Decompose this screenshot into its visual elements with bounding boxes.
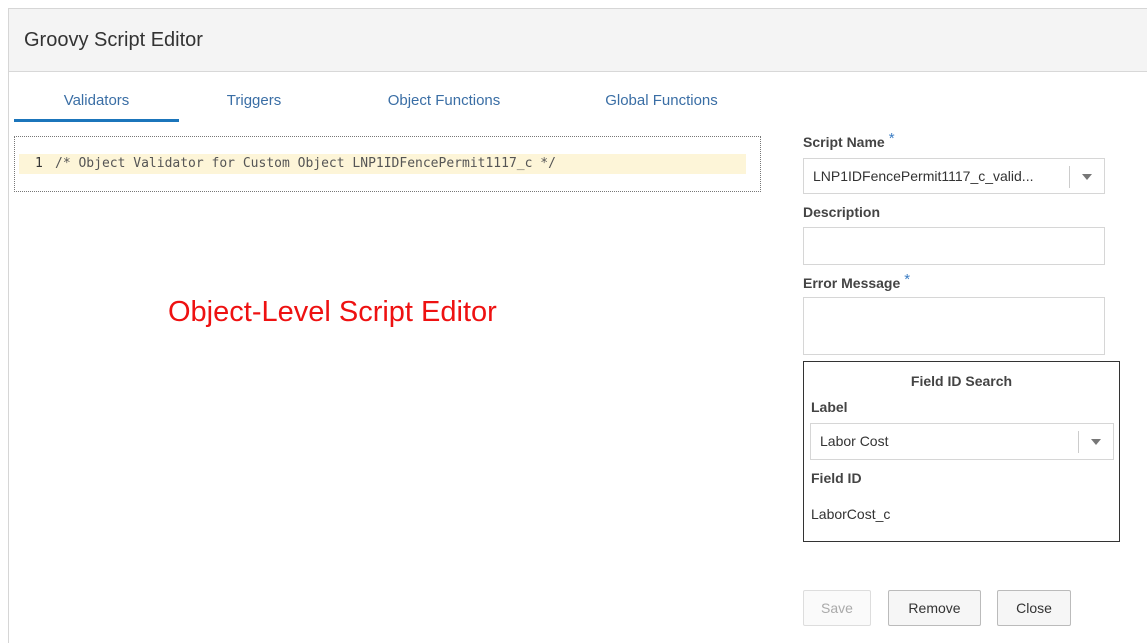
close-button[interactable]: Close (997, 590, 1071, 626)
line-number: 1 (35, 156, 43, 171)
code-text[interactable]: /* Object Validator for Custom Object LN… (55, 156, 556, 171)
script-name-label-text: Script Name (803, 134, 885, 150)
code-line[interactable]: 1 /* Object Validator for Custom Object … (19, 154, 746, 174)
field-id-search-panel: Field ID Search Label Labor Cost Field I… (803, 361, 1120, 542)
error-message-label-text: Error Message (803, 275, 901, 291)
select-divider (1078, 431, 1079, 453)
script-name-value: LNP1IDFencePermit1117_c_valid... (813, 168, 1034, 184)
label-select[interactable]: Labor Cost (810, 423, 1114, 460)
chevron-down-icon[interactable] (1091, 439, 1101, 445)
label-select-value: Labor Cost (820, 433, 889, 449)
field-id-caption: Field ID (811, 470, 862, 486)
field-id-search-title: Field ID Search (910, 373, 1013, 389)
tab-validators[interactable]: Validators (14, 92, 179, 109)
field-id-value: LaborCost_c (811, 506, 891, 522)
tab-bar: Validators Triggers Object Functions Glo… (14, 84, 744, 124)
code-editor[interactable]: 1 /* Object Validator for Custom Object … (14, 136, 761, 192)
dialog-titlebar: Groovy Script Editor (9, 9, 1147, 72)
dialog-title: Groovy Script Editor (24, 29, 203, 51)
description-label: Description (803, 204, 881, 220)
required-indicator: * (904, 271, 911, 288)
tab-global-functions[interactable]: Global Functions (584, 92, 739, 109)
required-indicator: * (888, 130, 895, 147)
remove-button[interactable]: Remove (888, 590, 981, 626)
error-message-input[interactable] (803, 297, 1105, 355)
tab-triggers[interactable]: Triggers (204, 92, 304, 109)
annotation-label: Object-Level Script Editor (163, 288, 550, 336)
save-button[interactable]: Save (803, 590, 871, 626)
label-caption: Label (811, 399, 848, 415)
active-tab-indicator (14, 119, 179, 122)
chevron-down-icon[interactable] (1082, 174, 1092, 180)
tab-object-functions[interactable]: Object Functions (369, 92, 519, 109)
script-name-label: Script Name * (803, 130, 895, 151)
script-name-select[interactable]: LNP1IDFencePermit1117_c_valid... (803, 158, 1105, 194)
select-divider (1069, 166, 1070, 188)
error-message-label: Error Message * (803, 271, 910, 292)
description-input[interactable] (803, 227, 1105, 265)
